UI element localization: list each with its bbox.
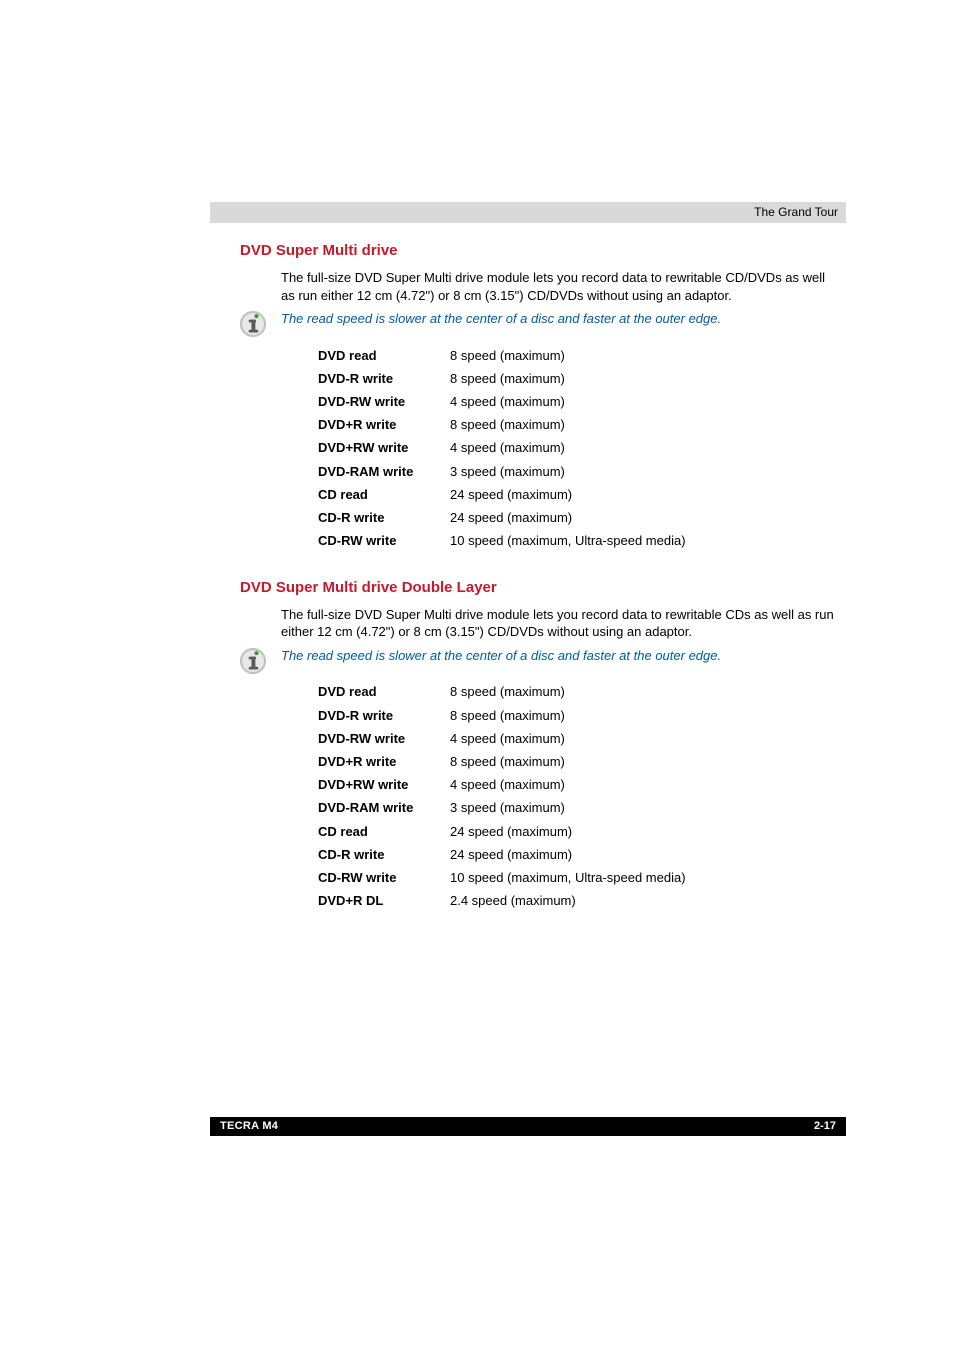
- info-note-row: The read speed is slower at the center o…: [0, 647, 954, 675]
- spec-row: DVD+RW write4 speed (maximum): [318, 774, 954, 797]
- spec-value: 4 speed (maximum): [450, 730, 565, 748]
- spec-row: DVD-RAM write3 speed (maximum): [318, 797, 954, 820]
- spec-value: 3 speed (maximum): [450, 463, 565, 481]
- spec-label: CD read: [318, 486, 450, 504]
- spec-value: 3 speed (maximum): [450, 799, 565, 817]
- spec-row: DVD-RAM write3 speed (maximum): [318, 460, 954, 483]
- spec-row: DVD+RW write4 speed (maximum): [318, 437, 954, 460]
- spec-table-2: DVD read8 speed (maximum) DVD-R write8 s…: [318, 681, 954, 913]
- info-icon-wrap: [0, 310, 281, 338]
- spec-label: DVD+RW write: [318, 439, 450, 457]
- spec-row: DVD read8 speed (maximum): [318, 681, 954, 704]
- spec-row: DVD-R write8 speed (maximum): [318, 367, 954, 390]
- spec-row: DVD-R write8 speed (maximum): [318, 704, 954, 727]
- info-note-text: The read speed is slower at the center o…: [281, 647, 954, 665]
- spec-value: 2.4 speed (maximum): [450, 892, 576, 910]
- spec-label: CD read: [318, 823, 450, 841]
- spec-row: DVD read8 speed (maximum): [318, 344, 954, 367]
- spec-label: DVD-RW write: [318, 730, 450, 748]
- spec-value: 4 speed (maximum): [450, 439, 565, 457]
- spec-label: DVD-R write: [318, 707, 450, 725]
- spec-value: 10 speed (maximum, Ultra-speed media): [450, 869, 686, 887]
- spec-row: CD-RW write10 speed (maximum, Ultra-spee…: [318, 866, 954, 889]
- page-content: DVD Super Multi drive The full-size DVD …: [0, 0, 954, 913]
- section-heading-dvd-super-multi-dl: DVD Super Multi drive Double Layer: [240, 577, 954, 598]
- spec-value: 8 speed (maximum): [450, 416, 565, 434]
- spec-label: DVD+R write: [318, 753, 450, 771]
- spec-value: 8 speed (maximum): [450, 370, 565, 388]
- chapter-title: The Grand Tour: [754, 205, 838, 219]
- spec-row: CD-R write24 speed (maximum): [318, 506, 954, 529]
- spec-value: 8 speed (maximum): [450, 707, 565, 725]
- info-icon-wrap: [0, 647, 281, 675]
- spec-label: DVD-RAM write: [318, 463, 450, 481]
- spec-value: 8 speed (maximum): [450, 683, 565, 701]
- spec-label: CD-R write: [318, 846, 450, 864]
- spec-value: 24 speed (maximum): [450, 509, 572, 527]
- info-note-row: The read speed is slower at the center o…: [0, 310, 954, 338]
- info-icon: [239, 647, 267, 675]
- spec-label: DVD read: [318, 347, 450, 365]
- spec-value: 24 speed (maximum): [450, 846, 572, 864]
- page-footer-bar: TECRA M4 2-17: [210, 1117, 846, 1136]
- info-icon: [239, 310, 267, 338]
- spec-row: CD read24 speed (maximum): [318, 820, 954, 843]
- spec-label: DVD read: [318, 683, 450, 701]
- spec-row: DVD+R write8 speed (maximum): [318, 750, 954, 773]
- spec-value: 8 speed (maximum): [450, 753, 565, 771]
- spec-value: 10 speed (maximum, Ultra-speed media): [450, 532, 686, 550]
- footer-page-number: 2-17: [814, 1119, 836, 1134]
- info-note-text: The read speed is slower at the center o…: [281, 310, 954, 328]
- spec-row: DVD-RW write4 speed (maximum): [318, 390, 954, 413]
- spec-label: DVD+RW write: [318, 776, 450, 794]
- spec-row: DVD+R DL2.4 speed (maximum): [318, 890, 954, 913]
- spec-value: 24 speed (maximum): [450, 486, 572, 504]
- spec-label: DVD+R DL: [318, 892, 450, 910]
- spec-row: CD-RW write10 speed (maximum, Ultra-spee…: [318, 530, 954, 553]
- spec-label: CD-R write: [318, 509, 450, 527]
- spec-label: DVD-R write: [318, 370, 450, 388]
- spec-value: 24 speed (maximum): [450, 823, 572, 841]
- spec-row: DVD-RW write4 speed (maximum): [318, 727, 954, 750]
- section-description: The full-size DVD Super Multi drive modu…: [281, 606, 834, 641]
- spec-row: DVD+R write8 speed (maximum): [318, 414, 954, 437]
- spec-value: 4 speed (maximum): [450, 393, 565, 411]
- section-description: The full-size DVD Super Multi drive modu…: [281, 269, 834, 304]
- spec-label: CD-RW write: [318, 869, 450, 887]
- spec-value: 8 speed (maximum): [450, 347, 565, 365]
- spec-label: CD-RW write: [318, 532, 450, 550]
- spec-label: DVD-RW write: [318, 393, 450, 411]
- footer-product-name: TECRA M4: [220, 1119, 278, 1134]
- spec-row: CD read24 speed (maximum): [318, 483, 954, 506]
- spec-label: DVD+R write: [318, 416, 450, 434]
- spec-label: DVD-RAM write: [318, 799, 450, 817]
- section-heading-dvd-super-multi: DVD Super Multi drive: [240, 240, 954, 261]
- spec-row: CD-R write24 speed (maximum): [318, 843, 954, 866]
- page-header-bar: The Grand Tour: [210, 202, 846, 223]
- spec-value: 4 speed (maximum): [450, 776, 565, 794]
- spec-table-1: DVD read8 speed (maximum) DVD-R write8 s…: [318, 344, 954, 553]
